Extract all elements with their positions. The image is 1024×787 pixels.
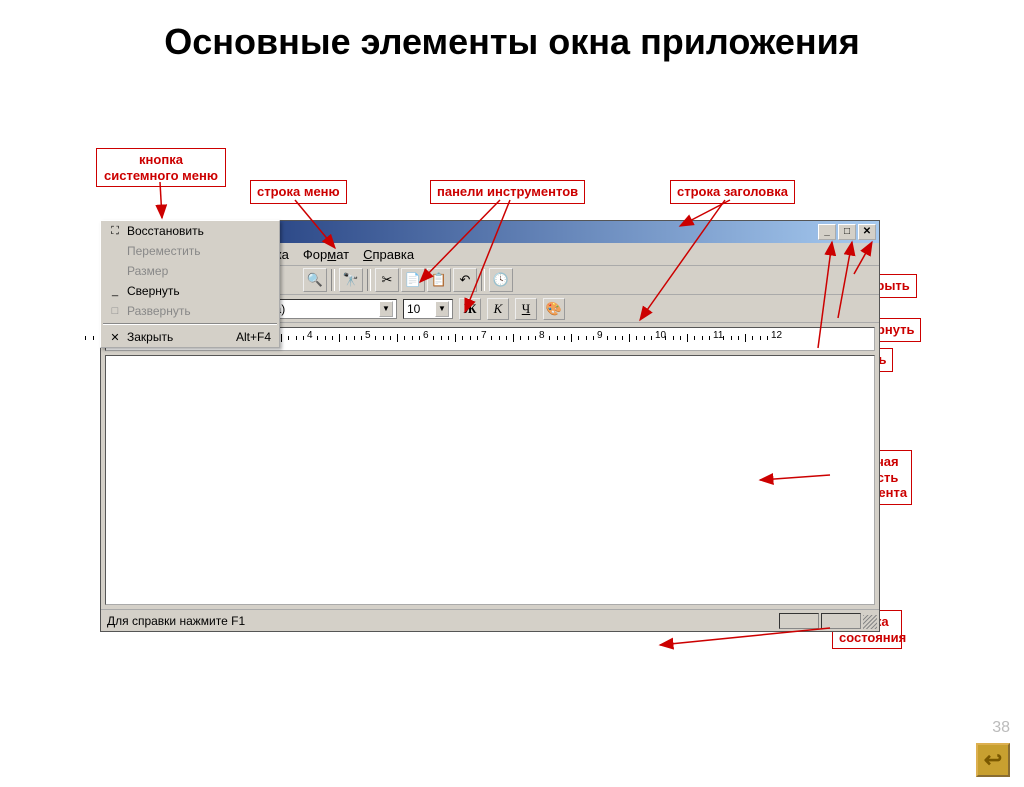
return-button[interactable]: ↩ [976,743,1010,777]
cut-icon[interactable]: ✂ [375,268,399,292]
menu-item-help[interactable]: Справка [363,247,414,262]
close-icon: ✕ [109,331,121,344]
sysmenu-restore[interactable]: ⛶Восстановить [101,221,279,241]
search-icon[interactable]: 🔍 [303,268,327,292]
sysmenu-size: Размер [101,261,279,281]
find-icon[interactable]: 🔭 [339,268,363,292]
chevron-down-icon[interactable]: ▼ [379,301,393,317]
ruler-label: 12 [771,330,782,341]
sysmenu-move: Переместить [101,241,279,261]
datetime-icon[interactable]: 🕓 [489,268,513,292]
status-cell [821,613,861,629]
paste-icon[interactable]: 📋 [427,268,451,292]
undo-icon[interactable]: ↶ [453,268,477,292]
status-text: Для справки нажмите F1 [107,614,245,628]
annotation-toolbars: панели инструментов [430,180,585,204]
minimize-icon: _ [109,285,121,297]
resize-grip-icon[interactable] [863,615,877,629]
maximize-button[interactable]: □ [838,224,856,240]
page-number: 38 [992,719,1010,737]
ruler-label: 5 [365,330,371,341]
fontsize-combo[interactable]: 10 ▼ [403,299,453,319]
minimize-button[interactable]: _ [818,224,836,240]
sysmenu-maximize: □Развернуть [101,301,279,321]
restore-icon: ⛶ [109,225,121,238]
italic-button[interactable]: К [487,298,509,320]
color-button[interactable]: 🎨 [543,298,565,320]
menu-item-format[interactable]: Формат [303,247,349,262]
bold-button[interactable]: Ж [459,298,481,320]
document-area[interactable] [105,355,875,605]
maximize-icon: □ [109,305,121,317]
ruler-label: 8 [539,330,545,341]
sysmenu-minimize[interactable]: _Свернуть [101,281,279,301]
underline-button[interactable]: Ч [515,298,537,320]
annotation-system-menu: кнопка системного меню [96,148,226,187]
close-button[interactable]: ✕ [858,224,876,240]
ruler-label: 6 [423,330,429,341]
fontsize-value: 10 [407,302,420,316]
ruler-label: 9 [597,330,603,341]
status-cell [779,613,819,629]
system-menu[interactable]: ⛶Восстановить Переместить Размер _Сверну… [100,220,280,348]
ruler-label: 11 [713,330,723,341]
copy-icon[interactable]: 📄 [401,268,425,292]
sysmenu-close[interactable]: ✕ЗакрытьAlt+F4 [101,327,279,347]
status-bar: Для справки нажмите F1 [101,609,879,631]
annotation-menu-bar: строка меню [250,180,347,204]
annotation-title-bar: строка заголовка [670,180,795,204]
chevron-down-icon[interactable]: ▼ [435,301,449,317]
page-title: Основные элементы окна приложения [0,20,1024,63]
ruler-label: 4 [307,330,313,341]
ruler-label: 7 [481,330,487,341]
